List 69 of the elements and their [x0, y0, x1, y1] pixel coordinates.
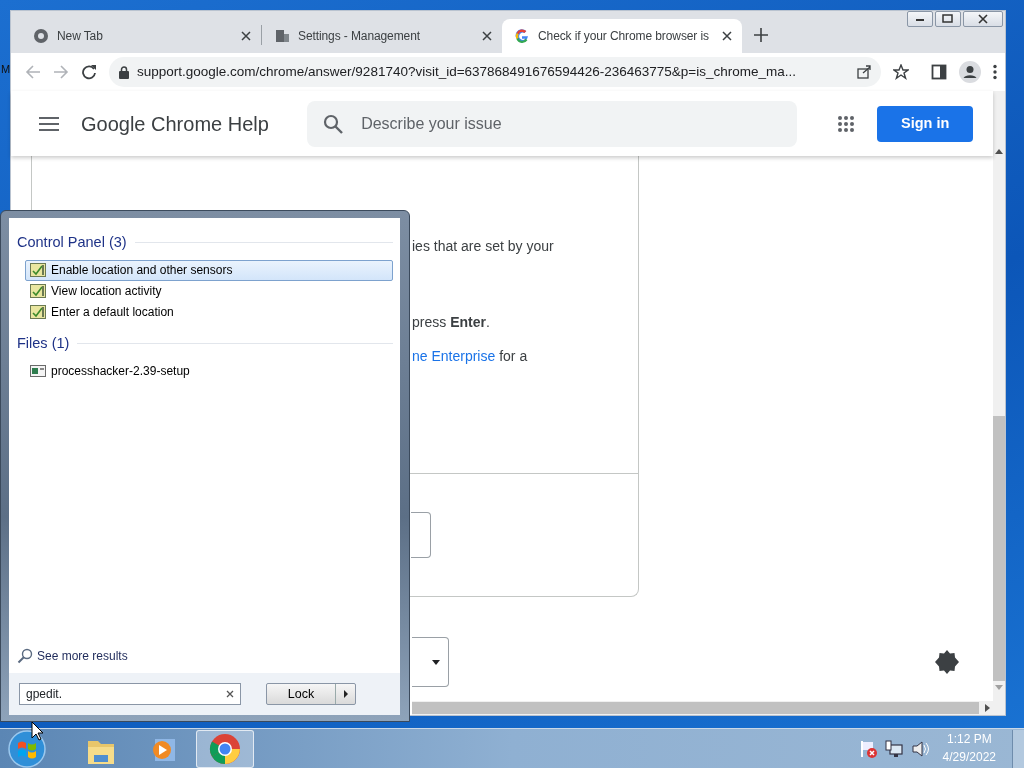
search-result-item[interactable]: Enable location and other sensors — [25, 259, 393, 281]
control-panel-icon — [30, 284, 46, 299]
close-icon[interactable] — [722, 31, 732, 41]
clear-icon[interactable] — [226, 690, 234, 698]
chrome-icon — [209, 732, 241, 765]
tab-title: New Tab — [57, 28, 104, 45]
g-logo-icon — [514, 28, 530, 44]
new-tab-icon[interactable] — [754, 28, 768, 42]
paragraph-text: for a — [498, 348, 528, 364]
see-more-results-link[interactable]: See more results — [37, 647, 128, 665]
minimize-button[interactable] — [907, 11, 933, 27]
control-panel-icon — [30, 305, 46, 320]
arrow-right-icon — [343, 690, 348, 698]
network-icon[interactable] — [884, 739, 903, 758]
start-button-icon[interactable] — [8, 729, 46, 768]
search-field[interactable]: gpedit. — [19, 683, 241, 705]
search-icon — [17, 648, 33, 664]
result-group-heading: Control Panel (3) — [17, 232, 393, 254]
browser-tab[interactable]: New Tab — [21, 19, 261, 53]
flag-icon[interactable] — [858, 739, 877, 758]
desktop-icon-label[interactable]: M — [1, 61, 11, 78]
more-menu-icon[interactable] — [993, 64, 997, 80]
scroll-up-icon[interactable] — [995, 149, 1003, 154]
search-result-item[interactable]: View location activity — [25, 280, 393, 302]
site-title[interactable]: Google Chrome Help — [81, 108, 297, 139]
side-panel-icon[interactable] — [931, 64, 947, 80]
mouse-cursor-icon — [31, 721, 44, 741]
text-input-field[interactable] — [411, 512, 431, 558]
caret-icon — [432, 659, 440, 665]
enterprise-link[interactable]: ne Enterprise — [412, 348, 496, 364]
menu-icon[interactable] — [39, 116, 59, 131]
reload-icon[interactable] — [81, 64, 97, 80]
search-icon — [323, 113, 344, 134]
close-icon[interactable] — [482, 31, 492, 41]
tab-title: Settings - Management — [298, 28, 421, 45]
vertical-scrollbar[interactable] — [993, 91, 1005, 715]
browser-tab[interactable]: Check if your Chrome browser is — [502, 19, 742, 53]
dropdown-select[interactable] — [412, 637, 449, 687]
address-bar[interactable]: support.google.com/chrome/answer/9281740?visit_id=637868491676594426-236463775&p=is_chrome_ma... — [109, 57, 881, 87]
profile-icon[interactable] — [959, 61, 981, 83]
dark-mode-icon[interactable] — [935, 650, 959, 674]
paragraph-text: ies that are set by your — [412, 237, 555, 256]
result-group-heading: Files (1) — [17, 332, 393, 355]
share-icon[interactable] — [857, 65, 871, 79]
scroll-right-icon[interactable] — [985, 704, 990, 712]
volume-icon[interactable] — [910, 739, 929, 758]
control-panel-icon — [30, 263, 46, 278]
installer-icon — [30, 365, 46, 377]
close-button[interactable] — [963, 11, 1003, 27]
search-result-item[interactable]: processhacker-2.39-setup — [25, 360, 393, 382]
taskbar-button[interactable] — [196, 729, 254, 768]
search-field[interactable]: Describe your issue — [307, 100, 798, 147]
paragraph-text: press Enter. — [412, 313, 491, 332]
lock-button[interactable]: Lock — [266, 683, 356, 705]
browser-tab[interactable]: Settings - Management — [262, 19, 502, 53]
building-icon — [274, 28, 290, 44]
maximize-icon — [942, 14, 954, 24]
apps-grid-icon[interactable] — [837, 114, 856, 133]
horizontal-scrollbar[interactable] — [412, 701, 993, 715]
tab-title: Check if your Chrome browser is — [538, 28, 710, 45]
url-text: support.google.com/chrome/answer/9281740?visit_id=637868491676594426-236463775&p=is_chrome_ma... — [137, 62, 797, 81]
close-icon — [978, 14, 988, 24]
sign-in-button[interactable]: Sign in — [877, 105, 973, 142]
minimize-icon — [915, 16, 925, 22]
lock-icon — [119, 65, 129, 79]
maximize-button[interactable] — [935, 11, 961, 27]
close-icon[interactable] — [241, 31, 251, 41]
search-result-item[interactable]: Enter a default location — [25, 301, 393, 323]
star-icon[interactable] — [893, 64, 909, 80]
